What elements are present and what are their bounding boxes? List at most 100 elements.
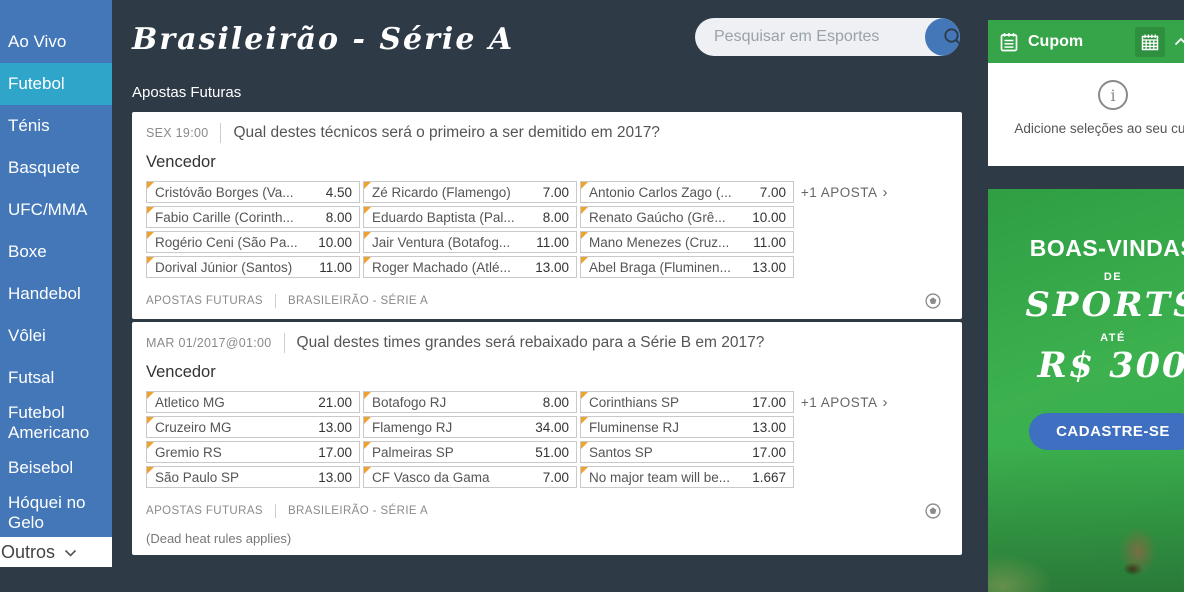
sidebar-item-outros[interactable]: Outros — [0, 537, 112, 567]
sidebar-item[interactable]: Handebol — [0, 273, 112, 315]
breadcrumb-apostas-futuras[interactable]: APOSTAS FUTURAS — [146, 295, 263, 307]
bet-selection[interactable]: Dorival Júnior (Santos) 11.00 — [146, 256, 360, 278]
sidebar-item-label: Futebol — [8, 74, 65, 94]
chevron-down-icon — [64, 549, 77, 558]
sidebar-item[interactable]: Beisebol — [0, 447, 112, 489]
selection-odds: 13.00 — [318, 420, 352, 435]
bet-selection[interactable]: Zé Ricardo (Flamengo) 7.00 — [363, 181, 577, 203]
divider — [275, 294, 276, 308]
sidebar-item-label: Ao Vivo — [8, 32, 66, 52]
sidebar-item[interactable]: UFC/MMA — [0, 189, 112, 231]
calendar-button[interactable] — [1135, 27, 1165, 57]
bet-selection[interactable]: Rogério Ceni (São Pa... 10.00 — [146, 231, 360, 253]
selection-label: Fabio Carille (Corinth... — [155, 210, 300, 225]
selection-odds: 8.00 — [326, 210, 352, 225]
breadcrumb-competition[interactable]: BRASILEIRÃO - SÉRIE A — [288, 505, 428, 517]
sidebar-item[interactable]: Hóquei no Gelo — [0, 489, 112, 537]
bet-selection[interactable]: CF Vasco da Gama 7.00 — [363, 466, 577, 488]
more-bets-link[interactable]: +1 APOSTA› — [801, 184, 888, 278]
welcome-bonus-banner[interactable]: BOAS-VINDAS DE SPORTS ATÉ R$ 300 CADASTR… — [988, 189, 1184, 592]
selection-label: Jair Ventura (Botafog... — [372, 235, 516, 250]
sidebar-item[interactable]: Basquete — [0, 147, 112, 189]
main-content: Brasileirão - Série A Apostas Futuras SE… — [132, 0, 962, 555]
sidebar-item-label: Boxe — [8, 242, 47, 262]
bet-selection[interactable]: Santos SP 17.00 — [580, 441, 794, 463]
bet-selection[interactable]: Corinthians SP 17.00 — [580, 391, 794, 413]
futures-card-relegation: MAR 01/2017@01:00 Qual destes times gran… — [132, 322, 962, 555]
promo-de-label: DE — [988, 271, 1184, 283]
bet-selection[interactable]: Antonio Carlos Zago (... 7.00 — [580, 181, 794, 203]
chevron-right-icon: › — [883, 184, 889, 201]
selection-label: Abel Braga (Fluminen... — [589, 260, 737, 275]
selection-odds: 8.00 — [543, 395, 569, 410]
calendar-icon — [1141, 33, 1159, 51]
bet-selection[interactable]: Fabio Carille (Corinth... 8.00 — [146, 206, 360, 228]
bet-selection[interactable]: Renato Gaúcho (Grê... 10.00 — [580, 206, 794, 228]
market-question: Qual destes times grandes será rebaixado… — [297, 334, 765, 352]
bet-selection[interactable]: Gremio RS 17.00 — [146, 441, 360, 463]
promo-amount: R$ 300 — [988, 345, 1184, 386]
bet-selection[interactable]: Flamengo RJ 34.00 — [363, 416, 577, 438]
odds-grid-row: Atletico MG 21.00 Botafogo RJ 8.00 Corin… — [146, 391, 948, 488]
bet-slip-empty-state: i Adicione seleções ao seu cupom — [988, 63, 1184, 166]
odds-grid: Atletico MG 21.00 Botafogo RJ 8.00 Corin… — [146, 391, 794, 488]
bet-selection[interactable]: Palmeiras SP 51.00 — [363, 441, 577, 463]
bet-selection[interactable]: Cristóvão Borges (Va... 4.50 — [146, 181, 360, 203]
selection-odds: 1.667 — [752, 470, 786, 485]
sidebar-item-label: Futsal — [8, 368, 54, 388]
more-bets-link[interactable]: +1 APOSTA› — [801, 394, 888, 488]
selection-label: Cruzeiro MG — [155, 420, 238, 435]
cheering-fan-photo — [988, 447, 1184, 592]
bet-selection[interactable]: Atletico MG 21.00 — [146, 391, 360, 413]
bet-slip-header[interactable]: Cupom — [988, 20, 1184, 63]
bet-selection[interactable]: Botafogo RJ 8.00 — [363, 391, 577, 413]
selection-odds: 34.00 — [535, 420, 569, 435]
soccer-ball-icon[interactable] — [924, 502, 942, 520]
page-title: Brasileirão - Série A — [132, 22, 962, 57]
bet-selection[interactable]: Cruzeiro MG 13.00 — [146, 416, 360, 438]
selection-odds: 51.00 — [535, 445, 569, 460]
sidebar-item-label: Beisebol — [8, 458, 73, 478]
selection-odds: 10.00 — [752, 210, 786, 225]
soccer-ball-icon[interactable] — [924, 292, 942, 310]
breadcrumb-competition[interactable]: BRASILEIRÃO - SÉRIE A — [288, 295, 428, 307]
selection-label: Eduardo Baptista (Pal... — [372, 210, 521, 225]
sports-nav-list: Ao Vivo Futebol Ténis Basquete UFC/MMA — [0, 0, 112, 537]
selection-label: Antonio Carlos Zago (... — [589, 185, 738, 200]
selection-odds: 21.00 — [318, 395, 352, 410]
sidebar-item[interactable]: Futsal — [0, 357, 112, 399]
collapse-slip-button[interactable] — [1174, 37, 1184, 46]
sidebar-outros-label: Outros — [1, 542, 55, 563]
divider — [275, 504, 276, 518]
selection-odds: 13.00 — [752, 260, 786, 275]
selection-label: Santos SP — [589, 445, 659, 460]
bet-selection[interactable]: Roger Machado (Atlé... 13.00 — [363, 256, 577, 278]
card-header: MAR 01/2017@01:00 Qual destes times gran… — [146, 333, 948, 353]
selection-odds: 7.00 — [543, 185, 569, 200]
bet-selection[interactable]: Jair Ventura (Botafog... 11.00 — [363, 231, 577, 253]
sidebar-item[interactable]: Futebol — [0, 63, 112, 105]
sidebar-item-label: UFC/MMA — [8, 200, 87, 220]
info-icon: i — [1098, 80, 1128, 110]
selection-label: Atletico MG — [155, 395, 231, 410]
signup-button[interactable]: CADASTRE-SE — [1029, 413, 1184, 450]
selection-label: Renato Gaúcho (Grê... — [589, 210, 732, 225]
bet-slip-message: Adicione seleções ao seu cupom — [1014, 121, 1184, 136]
sidebar-item[interactable]: Futebol Americano — [0, 399, 112, 447]
bet-selection[interactable]: São Paulo SP 13.00 — [146, 466, 360, 488]
selection-label: Zé Ricardo (Flamengo) — [372, 185, 517, 200]
selection-label: Gremio RS — [155, 445, 228, 460]
sidebar-item[interactable]: Boxe — [0, 231, 112, 273]
selection-odds: 13.00 — [535, 260, 569, 275]
sidebar-item[interactable]: Vôlei — [0, 315, 112, 357]
breadcrumb-apostas-futuras[interactable]: APOSTAS FUTURAS — [146, 505, 263, 517]
sidebar-item-label: Hóquei no Gelo — [8, 493, 106, 533]
bet-selection[interactable]: Mano Menezes (Cruz... 11.00 — [580, 231, 794, 253]
bet-selection[interactable]: No major team will be... 1.667 — [580, 466, 794, 488]
selection-odds: 10.00 — [318, 235, 352, 250]
bet-selection[interactable]: Abel Braga (Fluminen... 13.00 — [580, 256, 794, 278]
sidebar-item[interactable]: Ténis — [0, 105, 112, 147]
bet-selection[interactable]: Eduardo Baptista (Pal... 8.00 — [363, 206, 577, 228]
sidebar-item[interactable]: Ao Vivo — [0, 21, 112, 63]
bet-selection[interactable]: Fluminense RJ 13.00 — [580, 416, 794, 438]
